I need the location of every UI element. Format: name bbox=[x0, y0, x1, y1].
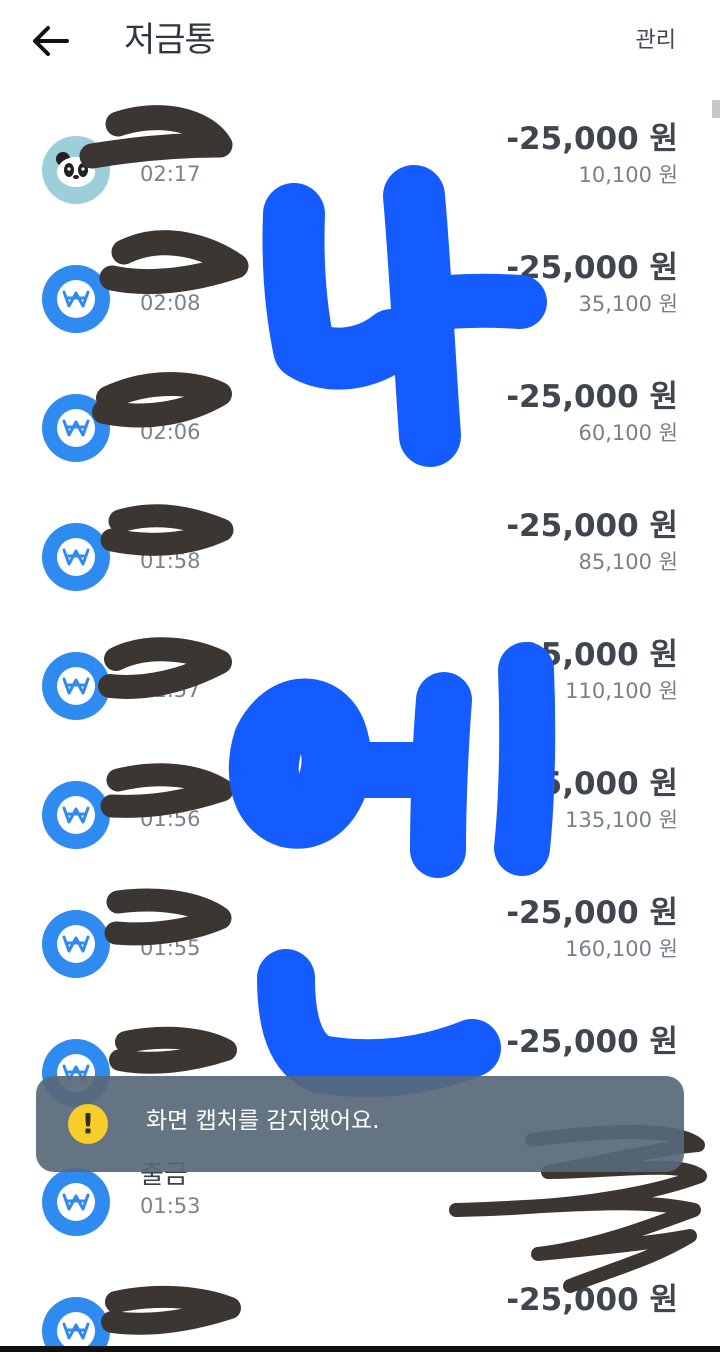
transaction-amount: -25,000 원 bbox=[506, 379, 678, 415]
transaction-balance: 160,100 원 bbox=[565, 937, 678, 961]
won-icon bbox=[62, 290, 90, 308]
transaction-time: 02:08 bbox=[140, 291, 201, 315]
transaction-row[interactable]: 01:55 -25,000 원 160,100 원 bbox=[0, 895, 720, 1020]
transaction-time: 02:06 bbox=[140, 420, 201, 444]
transaction-row[interactable]: 출금 01:53 bbox=[0, 1160, 720, 1278]
won-avatar bbox=[42, 394, 110, 462]
transaction-amount: -25,000 원 bbox=[506, 1024, 678, 1060]
back-button[interactable] bbox=[28, 20, 74, 62]
won-avatar bbox=[42, 265, 110, 333]
piggy-bank-screen: 저금통 관리 02:17 -25,000 원 10,100 원 02:08 -2… bbox=[0, 0, 720, 1352]
won-avatar bbox=[42, 1297, 110, 1352]
transaction-amount: -25,000 원 bbox=[506, 121, 678, 157]
transaction-row[interactable]: -25,000 원 bbox=[0, 1282, 720, 1352]
won-icon bbox=[62, 1193, 90, 1211]
transaction-amount: -25,000 원 bbox=[506, 250, 678, 286]
transaction-amount: -25,000 원 bbox=[506, 895, 678, 931]
warning-icon: ! bbox=[68, 1104, 108, 1144]
won-icon bbox=[62, 677, 90, 695]
transaction-balance: 10,100 원 bbox=[578, 163, 678, 187]
transaction-row[interactable]: 01:57 -25,000 원 110,100 원 bbox=[0, 637, 720, 762]
bottom-edge bbox=[0, 1346, 720, 1352]
won-icon bbox=[62, 806, 90, 824]
scrollbar-thumb[interactable] bbox=[712, 100, 720, 118]
panda-avatar bbox=[42, 136, 110, 204]
screenshot-detected-toast: ! 화면 캡처를 감지했어요. bbox=[36, 1076, 684, 1172]
transaction-time: 01:55 bbox=[140, 936, 201, 960]
won-icon bbox=[62, 419, 90, 437]
transaction-row[interactable]: 02:08 -25,000 원 35,100 원 bbox=[0, 250, 720, 375]
won-avatar bbox=[42, 910, 110, 978]
transaction-balance: 110,100 원 bbox=[565, 679, 678, 703]
transaction-amount: -25,000 원 bbox=[506, 766, 678, 802]
transaction-row[interactable]: 02:06 -25,000 원 60,100 원 bbox=[0, 379, 720, 504]
transaction-balance: 135,100 원 bbox=[565, 808, 678, 832]
transaction-time: 01:56 bbox=[140, 807, 201, 831]
transaction-balance: 35,100 원 bbox=[578, 292, 678, 316]
transaction-time: 01:53 bbox=[140, 1194, 201, 1218]
top-app-bar: 저금통 관리 bbox=[0, 0, 720, 84]
transaction-time: 01:58 bbox=[140, 549, 201, 573]
won-avatar bbox=[42, 652, 110, 720]
transaction-row[interactable]: 01:56 -25,000 원 135,100 원 bbox=[0, 766, 720, 891]
transaction-balance: 85,100 원 bbox=[578, 550, 678, 574]
page-title: 저금통 bbox=[124, 20, 216, 60]
won-avatar bbox=[42, 523, 110, 591]
transaction-time: 02:17 bbox=[140, 162, 201, 186]
transaction-amount: -25,000 원 bbox=[506, 637, 678, 673]
transaction-time: 01:57 bbox=[140, 678, 201, 702]
transaction-balance: 60,100 원 bbox=[578, 421, 678, 445]
won-avatar bbox=[42, 781, 110, 849]
won-icon bbox=[62, 935, 90, 953]
transaction-row[interactable]: 02:17 -25,000 원 10,100 원 bbox=[0, 121, 720, 246]
toast-message: 화면 캡처를 감지했어요. bbox=[146, 1108, 380, 1134]
transaction-row[interactable]: 01:58 -25,000 원 85,100 원 bbox=[0, 508, 720, 633]
transaction-amount: -25,000 원 bbox=[506, 508, 678, 544]
transaction-amount: -25,000 원 bbox=[506, 1282, 678, 1318]
won-icon bbox=[62, 1322, 90, 1340]
won-avatar bbox=[42, 1168, 110, 1236]
won-icon bbox=[62, 548, 90, 566]
arrow-left-icon bbox=[33, 26, 69, 56]
panda-icon bbox=[56, 152, 96, 187]
manage-button[interactable]: 관리 bbox=[636, 25, 676, 57]
